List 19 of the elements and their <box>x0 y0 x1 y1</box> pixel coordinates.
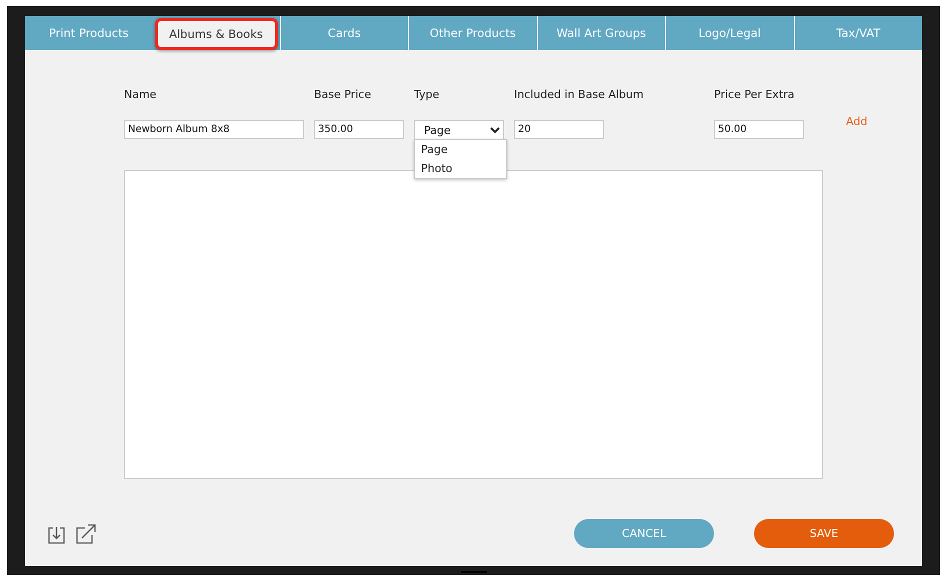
input-field[interactable]: 20 <box>514 120 604 139</box>
input-field[interactable]: Newborn Album 8x8 <box>124 120 304 139</box>
field-label: Base Price <box>314 88 372 101</box>
export-icon[interactable] <box>75 522 97 544</box>
chevron-icon <box>490 126 500 134</box>
save-button[interactable]: SAVE <box>754 519 894 548</box>
field-label: Type <box>414 88 440 101</box>
cancel-button[interactable]: CANCEL <box>574 519 714 548</box>
type-dropdown[interactable]: Page <box>414 120 504 140</box>
dropdown-option[interactable]: Photo <box>415 159 506 178</box>
add-link[interactable]: Add <box>846 115 868 129</box>
tab[interactable]: Albums & Books <box>154 18 278 50</box>
input-field[interactable]: 50.00 <box>714 120 804 139</box>
import-icon[interactable] <box>47 524 67 544</box>
dropdown-option[interactable]: Page <box>415 140 506 159</box>
field-label: Name <box>124 88 158 101</box>
field-label: Included in Base Album <box>514 88 645 101</box>
field-label: Price Per Extra <box>714 88 796 101</box>
input-field[interactable]: 350.00 <box>314 120 404 139</box>
